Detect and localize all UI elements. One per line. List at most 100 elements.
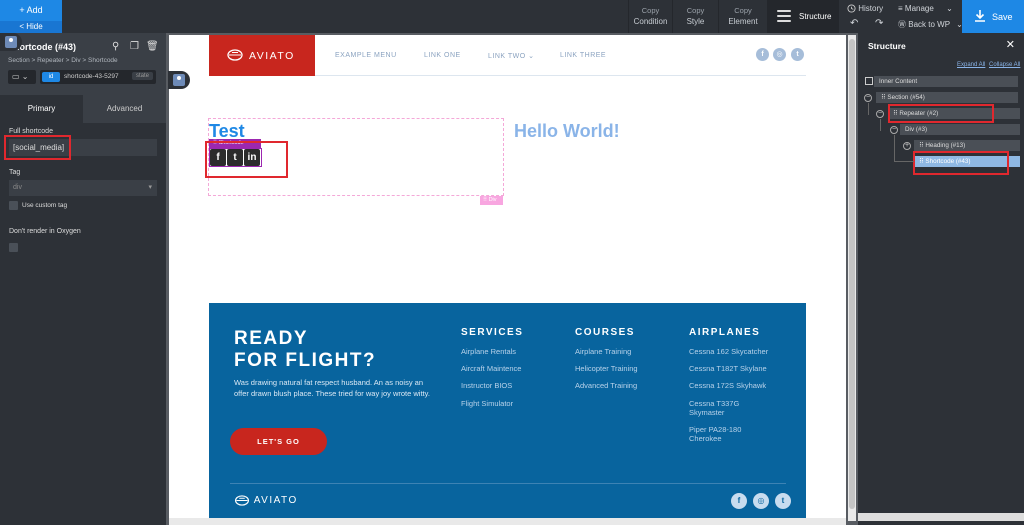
tree-line [880,119,881,131]
structure-scrollbar[interactable] [858,513,1024,521]
instagram-icon[interactable]: ◎ [753,493,769,509]
menu-link-two[interactable]: LINK TWO ⌄ [488,52,535,60]
save-label: Save [992,12,1013,22]
trash-icon[interactable]: 🗑 [146,41,159,52]
structure-button[interactable]: Structure [767,0,839,33]
instagram-icon[interactable]: ◎ [773,48,786,61]
properties-tabs: Primary Advanced [0,95,166,123]
sitemap-icon[interactable]: ⚲ [112,41,119,52]
footer-heading: READY FOR FLIGHT? [234,328,376,372]
tag-label: Tag [9,169,21,176]
footer-link[interactable]: Cessna 172S Skyhawk [689,381,766,390]
duplicate-icon[interactable]: ❐ [130,41,139,52]
site-logo[interactable]: AVIATO [209,35,315,76]
footer-link[interactable]: Helicopter Training [575,364,638,373]
copy-condition-line2: Condition [633,17,668,26]
manage-label: Manage [904,4,934,13]
element-id: shortcode-43-5297 [64,73,119,80]
footer-link[interactable]: Piper PA28-180 Cherokee [689,425,759,443]
add-button-label[interactable]: + Add [0,5,62,15]
add-button[interactable]: + Add < Hide [0,0,62,33]
close-icon[interactable]: ✕ [1006,38,1015,51]
footer-link[interactable]: Cessna T182T Skylane [689,364,767,373]
structure-title: Structure [868,41,906,51]
canvas-scrollbar[interactable] [848,35,856,521]
footer-divider [230,483,786,484]
collapse-toggle-icon[interactable]: − [876,110,884,118]
footer-link[interactable]: Aircraft Maintence [461,364,521,373]
tree-node-div[interactable]: Div (#3) [900,124,1020,135]
footer-paragraph: Was drawing natural fat respect husband.… [234,378,430,398]
sliders-icon: ≡ [898,4,903,13]
expand-all-link[interactable]: Expand All [957,62,985,68]
div-element-tag[interactable]: ⠿ Div [480,196,503,205]
menu-link-example[interactable]: EXAMPLE MENU [335,52,397,59]
highlight-shortcode-output [205,141,288,178]
back-to-wp-button[interactable]: Ⓦ Back to WP ⌄ [898,19,963,30]
tree-node-heading[interactable]: ⠿ Heading (#13) [914,140,1020,151]
device-selector[interactable]: ▭ ⌄ [8,70,36,84]
collapse-all-link[interactable]: Collapse All [989,62,1020,68]
plane-logo-icon [234,495,250,506]
footer-heading-line1: READY [234,328,309,349]
chevron-down-icon: ▾ [148,184,152,191]
wordpress-icon: Ⓦ [898,20,906,29]
expand-toggle-icon[interactable]: + [903,142,911,150]
tree-node-inner-content[interactable]: Inner Content [874,76,1018,87]
menu-link-three[interactable]: LINK THREE [560,52,606,59]
canvas-drag-handle[interactable] [168,71,190,89]
drag-handle[interactable] [0,33,22,51]
highlight-shortcode-input [4,135,71,160]
twitter-icon[interactable]: t [775,493,791,509]
footer-link[interactable]: Flight Simulator [461,399,513,408]
lets-go-button[interactable]: LET'S GO [230,428,327,455]
save-button[interactable]: Save [962,0,1024,33]
id-badge[interactable]: id [42,72,60,82]
highlight-shortcode-node [913,151,1009,175]
manage-button[interactable]: ≡ Manage ⌄ [898,4,953,13]
canvas-horizontal-scrollbar[interactable] [169,518,846,525]
properties-panel: Shortcode (#43) ⚲ ❐ 🗑 Section > Repeater… [0,33,166,525]
facebook-icon[interactable]: f [731,493,747,509]
hello-heading[interactable]: Hello World! [514,121,620,142]
facebook-icon[interactable]: f [756,48,769,61]
tag-select[interactable]: div ▾ [9,180,157,196]
redo-icon[interactable]: ↷ [875,18,883,29]
breadcrumb[interactable]: Section > Repeater > Div > Shortcode [8,57,118,64]
scrollbar-thumb[interactable] [849,39,855,509]
footer-link[interactable]: Instructor BIOS [461,381,512,390]
dont-render-checkbox[interactable] [9,243,18,252]
footer-link[interactable]: Airplane Training [575,347,631,356]
chevron-down-icon: ⌄ [528,53,535,60]
copy-condition-button[interactable]: Copy Condition [628,0,672,33]
footer-link[interactable]: Cessna 162 Skycatcher [689,347,768,356]
footer-link[interactable]: Airplane Rentals [461,347,516,356]
tree-node-section[interactable]: ⠿ Section (#54) [876,92,1018,103]
plane-logo-icon [227,49,243,61]
tab-advanced[interactable]: Advanced [83,95,166,123]
footer-heading-line2: FOR FLIGHT? [234,350,377,371]
copy-style-button[interactable]: Copy Style [672,0,718,33]
copy-condition-line1: Copy [641,6,660,15]
twitter-icon[interactable]: t [791,48,804,61]
tree-line [894,135,895,161]
footer-link[interactable]: Advanced Training [575,381,637,390]
collapse-toggle-icon[interactable]: − [864,94,872,102]
tree-line [868,103,869,115]
footer-link[interactable]: Cessna T337G Skymaster [689,399,759,417]
copy-style-line2: Style [686,17,705,26]
selector-field[interactable]: id shortcode-43-5297 state [40,70,156,84]
undo-icon[interactable]: ↶ [850,18,858,29]
history-button[interactable]: History [847,4,883,13]
footer-logo[interactable]: AVIATO [234,495,298,506]
state-button[interactable]: state [131,72,153,80]
tree-node-section-label: Section (#54) [887,94,925,101]
user-drag-icon [173,74,185,86]
custom-tag-checkbox[interactable] [9,201,18,210]
logo-text: AVIATO [249,50,295,62]
tab-primary[interactable]: Primary [0,95,83,123]
collapse-toggle-icon[interactable]: − [890,126,898,134]
menu-link-one[interactable]: LINK ONE [424,52,461,59]
copy-element-button[interactable]: Copy Element [718,0,767,33]
hide-button[interactable]: < Hide [0,21,62,33]
